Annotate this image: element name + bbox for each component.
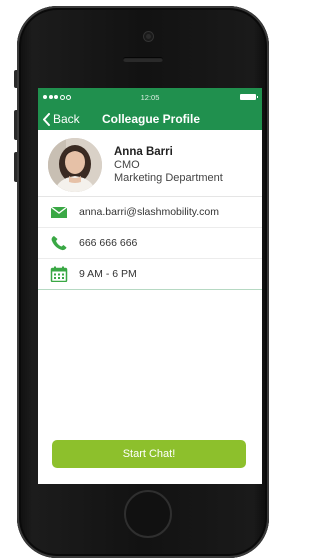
earpiece-speaker	[123, 57, 163, 62]
email-row[interactable]: anna.barri@slashmobility.com	[38, 197, 262, 228]
app-screen: 12:05 Back Colleague Profile Anna Barri …	[38, 88, 262, 484]
phone-row[interactable]: 666 666 666	[38, 228, 262, 259]
chevron-left-icon	[43, 112, 50, 126]
email-text: anna.barri@slashmobility.com	[79, 206, 220, 218]
hours-row: 9 AM - 6 PM	[38, 259, 262, 290]
status-time: 12:05	[140, 93, 160, 102]
navigation-bar: Back Colleague Profile	[38, 109, 262, 130]
phone-mockup: 12:05 Back Colleague Profile Anna Barri …	[0, 0, 276, 560]
profile-department: Marketing Department	[114, 172, 223, 184]
phone-text: 666 666 666	[79, 237, 138, 249]
hours-text: 9 AM - 6 PM	[79, 268, 137, 280]
phone-icon	[51, 236, 67, 251]
back-button[interactable]: Back	[42, 112, 80, 126]
front-camera	[144, 32, 153, 41]
profile-photo	[48, 138, 102, 192]
status-bar: 12:05	[38, 88, 262, 109]
back-label: Back	[53, 112, 80, 126]
page-title: Colleague Profile	[102, 112, 201, 126]
profile-name: Anna Barri	[114, 146, 173, 158]
calendar-icon	[50, 266, 68, 282]
envelope-icon	[50, 206, 68, 218]
avatar	[48, 138, 102, 192]
start-chat-button[interactable]: Start Chat!	[52, 440, 246, 468]
home-button[interactable]	[124, 490, 172, 538]
profile-role: CMO	[114, 159, 140, 171]
battery-icon	[240, 94, 258, 100]
profile-header: Anna Barri CMO Marketing Department	[38, 130, 262, 197]
profile-details: Anna Barri CMO Marketing Department	[114, 146, 223, 185]
